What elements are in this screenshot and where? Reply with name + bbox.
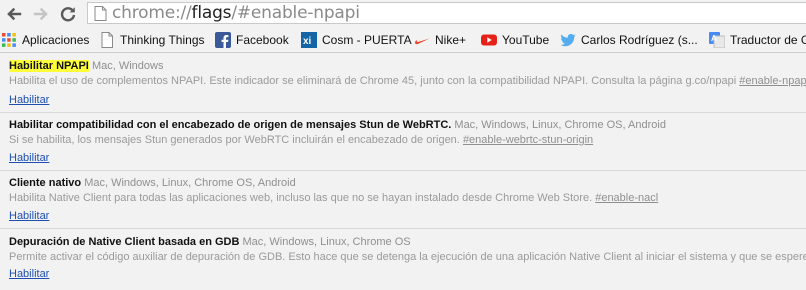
experiment-description: Habilita el uso de complementos NPAPI. E…: [9, 75, 737, 87]
experiment-enable-npapi: Habilitar NPAPI Mac, Windows Habilita el…: [0, 54, 806, 112]
experiment-description: Si se habilita, los mensajes Stun genera…: [9, 134, 460, 146]
svg-text:A: A: [711, 34, 717, 43]
svg-text:xi: xi: [303, 36, 312, 47]
experiment-anchor-link[interactable]: #enable-nacl: [595, 192, 658, 204]
bookmark-label: Facebook: [236, 33, 289, 47]
bookmark-label: Cosm - PUERTA: [322, 33, 412, 47]
address-bar[interactable]: chrome://flags/#enable-npapi: [87, 2, 806, 24]
bookmark-cosm-puerta[interactable]: xi Cosm - PUERTA: [301, 30, 412, 50]
experiment-platforms: Mac, Windows, Linux, Chrome OS: [242, 236, 411, 248]
experiment-name: Cliente nativo: [9, 177, 82, 189]
bookmark-thinking-things[interactable]: Thinking Things: [99, 30, 205, 50]
bookmark-label: Nike+: [435, 33, 467, 47]
experiment-description-line: Si se habilita, los mensajes Stun genera…: [9, 133, 593, 147]
url-path: /#enable-npapi: [231, 3, 360, 23]
experiment-divider: [0, 228, 806, 229]
experiment-description-line: Habilita Native Client para todas las ap…: [9, 191, 658, 205]
youtube-icon: [481, 32, 497, 48]
experiment-divider: [0, 112, 806, 113]
reload-icon[interactable]: [57, 3, 79, 25]
bookmark-traductor[interactable]: A Traductor de G: [709, 30, 806, 50]
bookmark-label: Thinking Things: [120, 33, 205, 47]
bookmark-carlos-rodriguez[interactable]: Carlos Rodríguez (s...: [560, 30, 698, 50]
experiment-anchor-link[interactable]: #enable-npapi: [739, 75, 806, 87]
enable-link[interactable]: Habilitar: [9, 151, 49, 165]
bookmark-youtube[interactable]: YouTube: [481, 30, 549, 50]
experiment-platforms: Mac, Windows, Linux, Chrome OS, Android: [454, 119, 666, 131]
bookmarks-bar: Aplicaciones Thinking Things Facebook xi…: [0, 28, 806, 53]
bookmark-aplicaciones[interactable]: Aplicaciones: [1, 30, 89, 50]
experiment-name: Depuración de Native Client basada en GD…: [9, 236, 240, 248]
experiment-header: Depuración de Native Client basada en GD…: [9, 235, 411, 249]
bookmark-label: Aplicaciones: [22, 33, 90, 47]
enable-link[interactable]: Habilitar: [9, 93, 49, 107]
experiment-nacl-debug: Depuración de Native Client basada en GD…: [0, 228, 806, 290]
flags-experiment-list: Habilitar NPAPI Mac, Windows Habilita el…: [0, 54, 806, 290]
enable-link[interactable]: Habilitar: [9, 209, 49, 223]
bookmark-label: Carlos Rodríguez (s...: [581, 33, 698, 47]
experiment-description-line: Habilita el uso de complementos NPAPI. E…: [9, 74, 806, 88]
browser-toolbar: chrome://flags/#enable-npapi: [0, 0, 806, 28]
bookmark-label: YouTube: [502, 33, 550, 47]
page-icon: [99, 32, 115, 48]
experiment-platforms: Mac, Windows: [91, 60, 164, 72]
bookmark-nike-plus[interactable]: Nike+: [414, 30, 466, 50]
experiment-header: Habilitar compatibilidad con el encabeza…: [9, 118, 666, 132]
experiment-description: Permite activar el código auxiliar de de…: [9, 251, 806, 263]
bookmark-facebook[interactable]: Facebook: [215, 30, 289, 50]
google-translate-icon: A: [709, 32, 726, 49]
nike-swoosh-icon: [414, 32, 430, 48]
facebook-icon: [215, 32, 231, 48]
xively-icon: xi: [301, 32, 317, 48]
experiment-name: Habilitar NPAPI: [9, 60, 89, 72]
forward-arrow-icon[interactable]: [30, 3, 52, 25]
url-text: chrome://flags/#enable-npapi: [112, 3, 360, 25]
page-icon: [94, 6, 107, 26]
enable-link[interactable]: Habilitar: [9, 267, 49, 281]
experiment-enable-nacl: Cliente nativo Mac, Windows, Linux, Chro…: [0, 170, 806, 228]
experiment-divider: [0, 170, 806, 171]
url-host: flags: [191, 3, 232, 23]
experiment-enable-webrtc-stun-origin: Habilitar compatibilidad con el encabeza…: [0, 112, 806, 170]
url-scheme: chrome://: [112, 3, 192, 23]
back-arrow-icon[interactable]: [3, 3, 25, 25]
experiment-name: Habilitar compatibilidad con el encabeza…: [9, 119, 452, 131]
twitter-bird-icon: [560, 32, 576, 48]
experiment-anchor-link[interactable]: #enable-webrtc-stun-origin: [463, 134, 593, 146]
apps-grid-icon: [1, 32, 17, 48]
bookmark-label: Traductor de G: [730, 33, 806, 47]
experiment-description-line: Permite activar el código auxiliar de de…: [9, 250, 806, 264]
experiment-platforms: Mac, Windows, Linux, Chrome OS, Android: [84, 177, 296, 189]
experiment-header: Cliente nativo Mac, Windows, Linux, Chro…: [9, 176, 296, 190]
experiment-description: Habilita Native Client para todas las ap…: [9, 192, 593, 204]
experiment-header: Habilitar NPAPI Mac, Windows: [9, 59, 163, 73]
